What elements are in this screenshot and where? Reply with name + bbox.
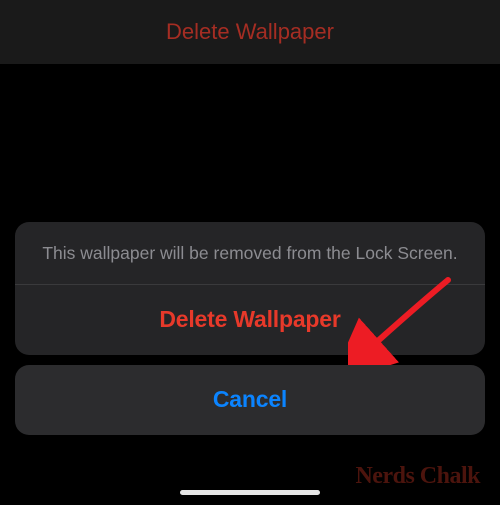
spacer (0, 64, 500, 222)
home-indicator (180, 490, 320, 495)
cancel-label: Cancel (213, 386, 287, 413)
top-header: Delete Wallpaper (0, 0, 500, 64)
top-header-title: Delete Wallpaper (166, 19, 334, 45)
cancel-button[interactable]: Cancel (15, 365, 485, 435)
sheet-message: This wallpaper will be removed from the … (15, 222, 485, 284)
delete-wallpaper-button[interactable]: Delete Wallpaper (15, 285, 485, 355)
action-sheet: This wallpaper will be removed from the … (15, 222, 485, 355)
watermark: Nerds Chalk (355, 463, 480, 490)
